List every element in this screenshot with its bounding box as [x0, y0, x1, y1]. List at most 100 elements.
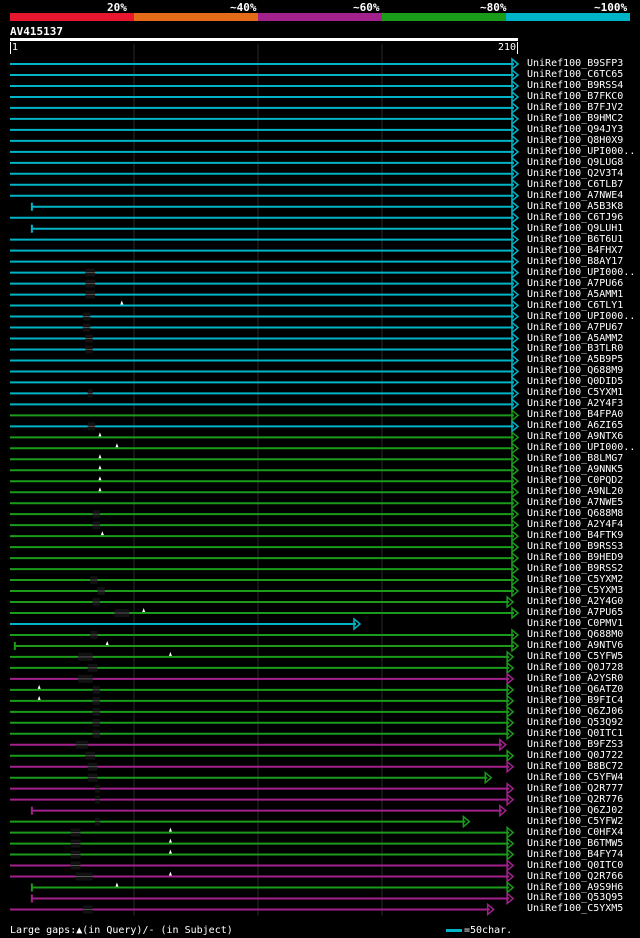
hit-label[interactable]: UniRef100_B4FHX7 — [527, 245, 623, 256]
hit-row[interactable] — [10, 716, 515, 730]
hit-label[interactable]: UniRef100_C5YXM3 — [527, 586, 623, 596]
hit-label[interactable]: UniRef100_A5B3K8 — [527, 201, 623, 212]
hit-row[interactable] — [10, 123, 520, 137]
hit-row[interactable] — [10, 551, 520, 565]
hit-row[interactable] — [10, 749, 515, 763]
hit-label[interactable]: UniRef100_B9HED9 — [527, 553, 623, 563]
hit-label[interactable]: UniRef100_A9NTX6 — [527, 432, 623, 442]
hit-label[interactable]: UniRef100_B9SFP3 — [527, 59, 623, 69]
hit-row[interactable] — [30, 804, 508, 818]
hit-label[interactable]: UniRef100_B9RSS3 — [527, 542, 623, 552]
hit-label[interactable]: UniRef100_B8AY17 — [527, 256, 623, 267]
hit-label[interactable]: UniRef100_A6ZI65 — [527, 421, 623, 431]
hit-label[interactable]: UniRef100_A9NL20 — [527, 487, 623, 497]
hit-row[interactable] — [10, 134, 520, 148]
hit-row[interactable] — [10, 397, 520, 411]
hit-label[interactable]: UniRef100_Q9LUH1 — [527, 223, 623, 234]
hit-label[interactable]: UniRef100_A9S9H6 — [527, 882, 623, 893]
hit-row[interactable] — [10, 869, 515, 884]
hit-row[interactable] — [10, 90, 520, 104]
hit-row[interactable] — [10, 825, 515, 840]
hit-label[interactable]: UniRef100_C6TLB7 — [527, 179, 623, 190]
hit-row[interactable] — [10, 793, 515, 807]
hit-label[interactable]: UniRef100_B8BC72 — [527, 761, 623, 772]
hit-row[interactable] — [10, 68, 520, 82]
hit-label[interactable]: UniRef100_A2Y4F3 — [527, 399, 623, 409]
hit-label[interactable]: UniRef100_Q688M0 — [527, 629, 623, 640]
hit-row[interactable] — [10, 694, 515, 708]
hit-label[interactable]: UniRef100_B7FKC0 — [527, 91, 623, 102]
hit-label[interactable]: UniRef100_B8LMG7 — [527, 454, 623, 464]
hit-label[interactable]: UniRef100_Q2R777 — [527, 783, 623, 794]
hit-label[interactable]: UniRef100_UPI000.. — [527, 443, 635, 453]
hit-label[interactable]: UniRef100_A5B9P5 — [527, 355, 623, 365]
hit-label[interactable]: UniRef100_B9HMC2 — [527, 113, 623, 124]
hit-row[interactable] — [10, 661, 515, 675]
hit-row[interactable] — [10, 298, 520, 313]
hit-label[interactable]: UniRef100_Q2R766 — [527, 871, 623, 882]
hit-row[interactable] — [10, 902, 495, 917]
hit-label[interactable]: UniRef100_Q0J728 — [527, 662, 623, 673]
hit-row[interactable] — [10, 189, 520, 203]
hit-row[interactable] — [10, 628, 520, 642]
hit-row[interactable] — [30, 200, 520, 214]
hit-label[interactable]: UniRef100_C6TC65 — [527, 69, 623, 80]
hit-label[interactable]: UniRef100_C0PQD2 — [527, 476, 623, 486]
hit-row[interactable] — [10, 727, 515, 741]
hit-label[interactable]: UniRef100_C5YFW2 — [527, 816, 623, 827]
hit-row[interactable] — [10, 178, 520, 192]
hit-label[interactable]: UniRef100_C6TJ96 — [527, 212, 623, 223]
hit-label[interactable]: UniRef100_C0HFX4 — [527, 827, 623, 838]
hit-row[interactable] — [10, 441, 520, 455]
hit-row[interactable] — [10, 573, 520, 587]
hit-label[interactable]: UniRef100_C5YFW4 — [527, 772, 623, 783]
hit-row[interactable] — [10, 858, 515, 873]
hit-row[interactable] — [10, 419, 520, 433]
hit-row[interactable] — [10, 584, 520, 598]
hit-label[interactable]: UniRef100_B4FPA0 — [527, 410, 623, 420]
hit-row[interactable] — [10, 145, 520, 159]
hit-row[interactable] — [10, 606, 520, 620]
hit-row[interactable] — [10, 266, 520, 280]
hit-row[interactable] — [10, 507, 520, 521]
hit-label[interactable]: UniRef100_UPI000.. — [527, 311, 635, 322]
hit-label[interactable]: UniRef100_A7NWE5 — [527, 498, 623, 508]
hit-label[interactable]: UniRef100_B6TMW5 — [527, 838, 623, 849]
hit-row[interactable] — [10, 353, 520, 368]
hit-row[interactable] — [10, 79, 520, 93]
hit-row[interactable] — [10, 529, 520, 543]
hit-row[interactable] — [10, 650, 515, 664]
hit-row[interactable] — [10, 782, 515, 796]
hit-label[interactable]: UniRef100_C5YFW5 — [527, 651, 623, 662]
hit-row[interactable] — [10, 452, 520, 466]
hit-row[interactable] — [10, 287, 520, 302]
hit-row[interactable] — [10, 595, 515, 609]
hit-label[interactable]: UniRef100_B9RSS2 — [527, 564, 623, 574]
hit-label[interactable]: UniRef100_A9NTV6 — [527, 640, 623, 651]
hit-label[interactable]: UniRef100_C5YXM2 — [527, 575, 623, 585]
hit-label[interactable]: UniRef100_B6T6U1 — [527, 234, 623, 245]
hit-row[interactable] — [10, 474, 520, 488]
hit-label[interactable]: UniRef100_B9FIC4 — [527, 695, 623, 706]
hit-row[interactable] — [10, 331, 520, 346]
hit-label[interactable]: UniRef100_B9FZS3 — [527, 739, 623, 750]
hit-row[interactable] — [10, 485, 520, 499]
hit-label[interactable]: UniRef100_A2YSR0 — [527, 673, 623, 684]
hit-row[interactable] — [10, 836, 515, 851]
hit-label[interactable]: UniRef100_Q0J722 — [527, 750, 623, 761]
hit-label[interactable]: UniRef100_Q0ITC1 — [527, 728, 623, 739]
hit-row[interactable] — [10, 375, 520, 390]
hit-label[interactable]: UniRef100_Q6ATZ0 — [527, 684, 623, 695]
hit-row[interactable] — [10, 847, 515, 862]
hit-row[interactable] — [10, 683, 515, 697]
hit-label[interactable]: UniRef100_C0PMV1 — [527, 618, 623, 629]
hit-label[interactable]: UniRef100_A7PU67 — [527, 322, 623, 333]
hit-label[interactable]: UniRef100_A7NWE4 — [527, 190, 623, 201]
hit-row[interactable] — [10, 101, 520, 115]
hit-label[interactable]: UniRef100_Q2R776 — [527, 794, 623, 805]
hit-row[interactable] — [10, 156, 520, 170]
hit-label[interactable]: UniRef100_C5YXM5 — [527, 904, 623, 914]
hit-row[interactable] — [10, 364, 520, 379]
hit-row[interactable] — [30, 222, 520, 236]
hit-row[interactable] — [10, 211, 520, 225]
